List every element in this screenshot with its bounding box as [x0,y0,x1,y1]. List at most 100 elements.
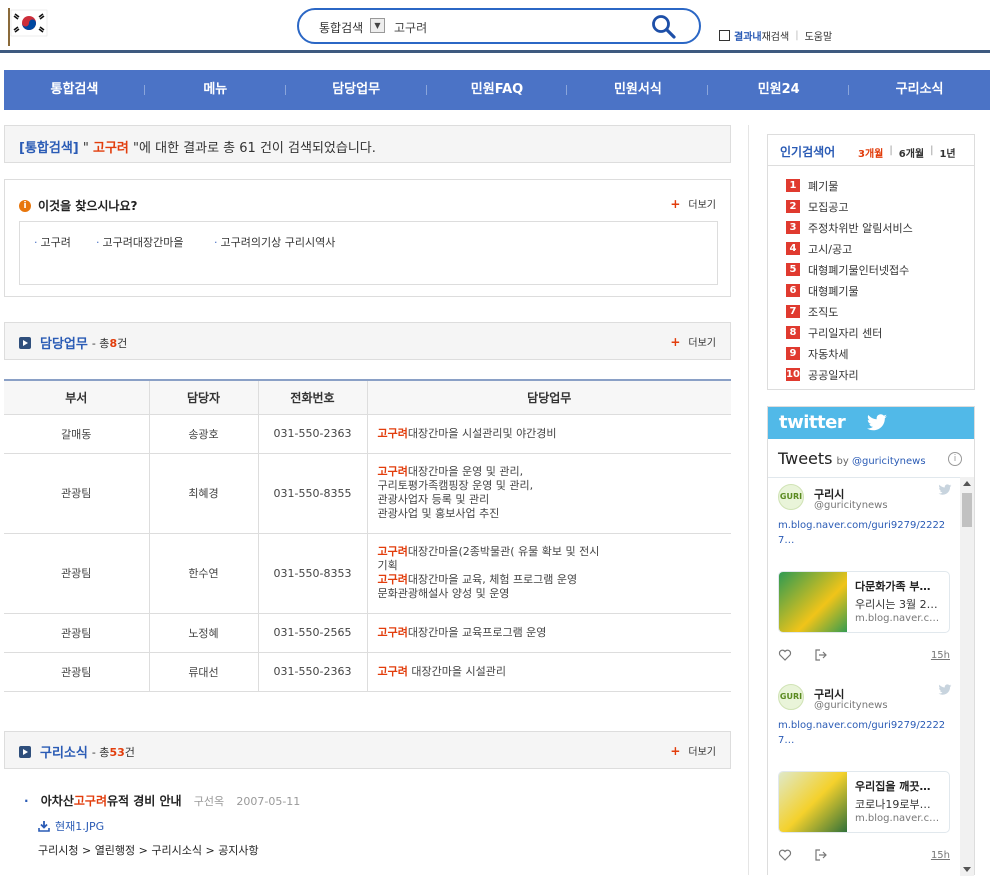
news-author: 구선옥 [193,795,225,808]
tweet-link[interactable]: m.blog.naver.com/guri9279/22227… [778,718,958,748]
rank-badge: 7 [786,305,800,318]
search-icon[interactable] [651,14,677,40]
suggest-keyword[interactable]: 고구려의기상 구리시역사 [214,234,336,250]
nav-item-duties[interactable]: 담당업무 [286,70,427,110]
nav-item-integrated-search[interactable]: 통합검색 [4,70,145,110]
section-play-icon [19,745,31,758]
help-link[interactable]: 도움말 [805,28,833,43]
tweet-author-handle[interactable]: @guricitynews [814,500,888,511]
twitter-brand: twitter [779,412,846,433]
duty-title[interactable]: 담당업무 [40,333,88,352]
popular-item[interactable]: 8 구리일자리 센터 [786,322,913,343]
more-label: 더보기 [688,747,716,758]
news-item-title[interactable]: 아차산고구려유적 경비 안내 구선옥 2007-05-11 [24,792,724,809]
scroll-up-icon[interactable] [963,481,971,486]
duty-line: 관광사업 및 홍보사업 추진 [378,507,732,521]
person-cell: 류대선 [149,652,259,692]
suggest-keyword[interactable]: 고구려대장간마을 [96,234,184,250]
search-input[interactable] [394,17,634,37]
duty-cell: 고구려 대장간마을 시설관리 [367,652,731,692]
duty-keyword: 고구려 [377,664,408,678]
share-icon[interactable] [814,848,828,862]
nav-item-forms[interactable]: 민원서식 [567,70,709,110]
attachment-link[interactable]: 현재1.JPG [38,818,724,834]
tweet-link-card[interactable]: 우리집을 깨끗… 코로나19로부… m.blog.naver.c… [778,771,950,833]
nav-item-minwon24[interactable]: 민원24 [708,70,850,110]
popular-item[interactable]: 3 주정차위반 알림서비스 [786,217,913,238]
tweets-by: by @guricitynews [837,456,926,467]
table-header-row: 부서 담당자 전화번호 담당업무 [4,380,731,415]
info-icon: i [19,199,31,212]
tab-3months[interactable]: 3개월 [858,145,883,160]
popular-item[interactable]: 10 공공일자리 [786,364,913,385]
popular-item[interactable]: 2 모집공고 [786,196,913,217]
tweet[interactable]: GURI 구리시 @guricitynews m.blog.naver.com/gur… [768,478,960,678]
count-suffix: 건 [117,336,128,350]
tweets-handle-link[interactable]: @guricitynews [852,456,926,467]
phone-cell: 031-550-8353 [258,533,368,614]
tweet-feed[interactable]: GURI 구리시 @guricitynews m.blog.naver.com/gur… [768,477,960,876]
tweet-time[interactable]: 15h [931,850,950,861]
popular-item[interactable]: 5 대형폐기물인터넷접수 [786,259,913,280]
nav-item-news[interactable]: 구리소식 [849,70,990,110]
tweet-author-handle[interactable]: @guricitynews [814,700,888,711]
heart-icon[interactable] [778,648,792,662]
popular-item[interactable]: 7 조직도 [786,301,913,322]
heart-icon[interactable] [778,848,792,862]
within-results-label[interactable]: 결과내 [734,28,762,43]
tweet-actions: 15h [778,848,950,862]
result-scope: [통합검색] [19,141,79,156]
popular-item[interactable]: 9 자동차세 [786,343,913,364]
nav-item-menu[interactable]: 메뉴 [145,70,286,110]
card-description: 코로나19로부… [855,798,931,811]
tweet-time[interactable]: 15h [931,650,950,661]
popular-item[interactable]: 4 고시/공고 [786,238,913,259]
column-header: 담당자 [149,380,259,415]
share-icon[interactable] [814,648,828,662]
tweet-link-card[interactable]: 다문화가족 부… 우리시는 3월 2… m.blog.naver.c… [778,571,950,633]
rank-badge: 8 [786,326,800,339]
suggest-more-button[interactable]: + 더보기 [670,196,716,212]
avatar[interactable]: GURI [778,484,804,510]
twitter-widget: twitter Tweets by @guricitynews i GURI 구리시… [767,406,975,876]
duty-text: 대장간마을 시설관리 [407,664,506,678]
news-count: - 총53건 [92,744,135,760]
twitter-bird-icon[interactable] [938,484,952,496]
within-results-suffix[interactable]: 재검색 [762,28,790,43]
duty-text: 대장간마을 교육, 체험 프로그램 운영 [407,573,578,586]
count-suffix: 건 [124,745,135,759]
nav-item-faq[interactable]: 민원FAQ [427,70,568,110]
rank-badge: 6 [786,284,800,297]
search-scope-select[interactable]: 통합검색 [319,19,363,36]
news-title[interactable]: 구리소식 [40,742,88,761]
research-within-checkbox[interactable] [719,30,730,41]
popular-item[interactable]: 6 대형폐기물 [786,280,913,301]
duty-table: 부서 담당자 전화번호 담당업무 갈매동 송광호 031-550-2363 고구려대장… [4,379,731,692]
news-more-button[interactable]: + 더보기 [670,743,716,759]
header-options: 결과내 재검색 | 도움말 [719,28,832,43]
news-path-breadcrumb[interactable]: 구리시청 > 열린행정 > 구리시소식 > 공지사항 [38,842,724,858]
duty-line: 구리토평가족캠핑장 운영 및 관리, [378,479,732,493]
result-summary: [통합검색] " 고구려 "에 대한 결과로 총 61 건이 검색되었습니다. [4,125,731,163]
search-box: 통합검색 ▼ [297,8,701,44]
suggest-keyword[interactable]: 고구려 [34,234,71,250]
popular-item-label: 폐기물 [808,179,839,193]
scrollbar-thumb[interactable] [962,493,972,527]
twitter-bird-icon[interactable] [938,684,952,696]
suggest-title: i 이것을 찾으시나요? [19,197,137,214]
scroll-down-icon[interactable] [963,867,971,872]
info-icon[interactable]: i [948,452,962,466]
duty-more-button[interactable]: + 더보기 [670,334,716,350]
avatar[interactable]: GURI [778,684,804,710]
news-section-title: 구리소식 - 총53건 [19,742,135,761]
tab-6months[interactable]: 6개월 [899,145,924,160]
flag-logo-icon[interactable] [6,6,50,46]
popular-item[interactable]: 1 폐기물 [786,175,913,196]
table-row: 갈매동 송광호 031-550-2363 고구려대장간마을 시설관리및 야간경비 [4,414,731,454]
scrollbar[interactable] [960,477,974,876]
chevron-down-icon[interactable]: ▼ [370,18,385,33]
popular-item-label: 대형폐기물 [808,284,859,298]
tweet-link[interactable]: m.blog.naver.com/guri9279/22227… [778,518,958,548]
tweet[interactable]: GURI 구리시 @guricitynews m.blog.naver.com/gur… [768,678,960,876]
tab-1year[interactable]: 1년 [939,145,955,160]
